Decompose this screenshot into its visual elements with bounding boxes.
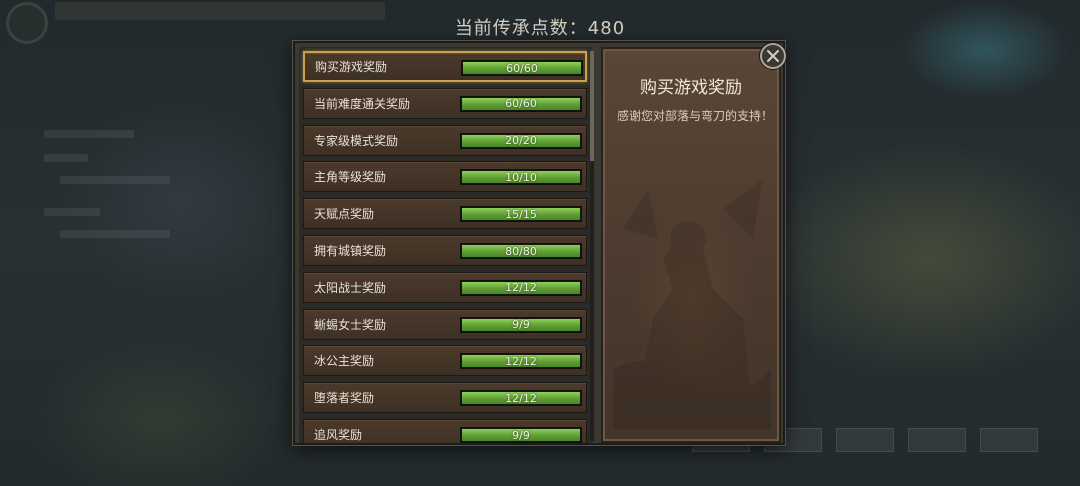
reward-progress-bar: 12/12 [460,279,582,296]
reward-progress-bar: 10/10 [460,169,582,186]
reward-label: 当前难度通关奖励 [314,96,411,111]
reward-list[interactable]: 购买游戏奖励 60/60 当前难度通关奖励 60/60 专家级模式奖励 20/20 主角等级… [299,47,591,443]
legacy-points-header: 当前传承点数：480 [454,18,626,39]
reward-label: 堕落者奖励 [314,391,375,406]
reward-label: 专家级模式奖励 [314,133,399,148]
close-button[interactable] [760,43,786,69]
progress-text: 12/12 [505,391,537,405]
reward-progress-bar: 12/12 [460,353,582,370]
progress-text: 20/20 [505,134,537,148]
game-screen: 当前传承点数：480 购买游戏奖励 60/60 当前难度通关奖励 60/60 专家级模式… [0,0,1080,486]
background-button [836,428,894,452]
scrollbar-thumb[interactable] [590,51,594,161]
reward-row[interactable]: 天赋点奖励 15/15 [303,198,587,230]
progress-text: 9/9 [512,318,530,332]
close-icon [767,50,779,62]
reward-row[interactable]: 太阳战士奖励 12/12 [303,271,587,303]
background-button [980,428,1038,452]
progress-text: 10/10 [505,170,537,184]
reward-row[interactable]: 冰公主奖励 12/12 [303,345,587,377]
reward-label: 拥有城镇奖励 [314,244,387,258]
reward-label: 追风奖励 [314,428,363,442]
reward-row[interactable]: 当前难度通关奖励 60/60 [303,87,587,119]
reward-label: 主角等级奖励 [314,170,387,185]
reward-progress-bar: 60/60 [461,60,583,76]
background-text-line [44,154,88,162]
progress-text: 80/80 [505,244,537,258]
background-button [908,428,966,452]
reward-progress-bar: 9/9 [460,427,582,443]
reward-progress-bar: 60/60 [460,95,582,112]
reward-row[interactable]: 堕落者奖励 12/12 [303,382,587,414]
progress-text: 60/60 [505,97,537,111]
reward-row[interactable]: 专家级模式奖励 20/20 [303,124,587,156]
progress-text: 15/15 [505,207,537,221]
warrior-illustration-icon [613,179,771,429]
background-text-line [60,230,170,238]
reward-row[interactable]: 购买游戏奖励 60/60 [303,51,587,82]
reward-progress-bar: 9/9 [460,316,582,333]
detail-description: 感谢您对部落与弯刀的支持！ [617,109,774,123]
reward-row[interactable]: 追风奖励 9/9 [303,419,587,443]
progress-text: 12/12 [505,354,537,368]
reward-label: 天赋点奖励 [314,207,375,222]
progress-text: 60/60 [506,61,538,75]
reward-progress-bar: 12/12 [460,390,582,407]
legacy-rewards-panel: 购买游戏奖励 60/60 当前难度通关奖励 60/60 专家级模式奖励 20/20 主角等级… [293,41,785,445]
progress-text: 12/12 [505,281,537,295]
reward-progress-bar: 15/15 [460,206,582,223]
reward-list-scrollbar[interactable] [590,51,594,441]
reward-label: 购买游戏奖励 [315,60,388,74]
reward-row[interactable]: 蜥蜴女士奖励 9/9 [303,308,587,340]
reward-label: 太阳战士奖励 [314,280,387,295]
background-text-line [60,176,170,184]
reward-row[interactable]: 拥有城镇奖励 80/80 [303,235,587,266]
detail-title: 购买游戏奖励 [640,78,742,98]
reward-progress-bar: 20/20 [460,132,582,149]
background-text-line [44,130,134,138]
reward-label: 蜥蜴女士奖励 [314,317,387,332]
reward-progress-bar: 80/80 [460,243,582,259]
reward-label: 冰公主奖励 [314,354,375,369]
reward-detail-panel: 购买游戏奖励 感谢您对部落与弯刀的支持！ [601,47,781,443]
background-text-line [44,208,100,216]
progress-text: 9/9 [512,428,530,442]
reward-row[interactable]: 主角等级奖励 10/10 [303,161,587,193]
